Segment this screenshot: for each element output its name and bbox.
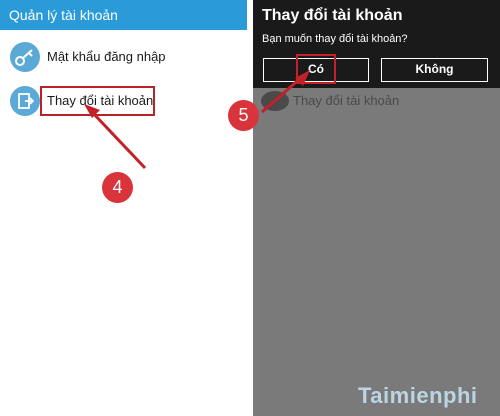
menu-item-password[interactable]: Mật khẩu đăng nhập bbox=[0, 38, 247, 78]
no-button[interactable]: Không bbox=[381, 58, 488, 82]
dialog-title: Thay đổi tài khoản bbox=[262, 7, 403, 24]
key-icon bbox=[10, 42, 40, 72]
menu-item-label: Mật khẩu đăng nhập bbox=[47, 49, 166, 64]
watermark: Taimienphi bbox=[358, 383, 478, 408]
right-panel: Thay đổi tài khoản Thay đổi tài khoản Bạ… bbox=[253, 0, 500, 416]
left-panel: Quản lý tài khoản Mật khẩu đăng nhập Tha… bbox=[0, 0, 247, 416]
dialog-message: Bạn muốn thay đổi tài khoản? bbox=[262, 33, 408, 45]
highlight-box-yes bbox=[296, 54, 336, 84]
account-switch-icon bbox=[261, 91, 289, 111]
highlight-box-change-account bbox=[40, 86, 155, 116]
account-switch-icon bbox=[10, 86, 40, 116]
step-badge-5: 5 bbox=[228, 100, 259, 131]
confirm-dialog: Thay đổi tài khoản Bạn muốn thay đổi tài… bbox=[253, 0, 500, 88]
background-item-label: Thay đổi tài khoản bbox=[293, 93, 400, 108]
page-title: Quản lý tài khoản bbox=[0, 0, 247, 30]
step-badge-4: 4 bbox=[102, 172, 133, 203]
